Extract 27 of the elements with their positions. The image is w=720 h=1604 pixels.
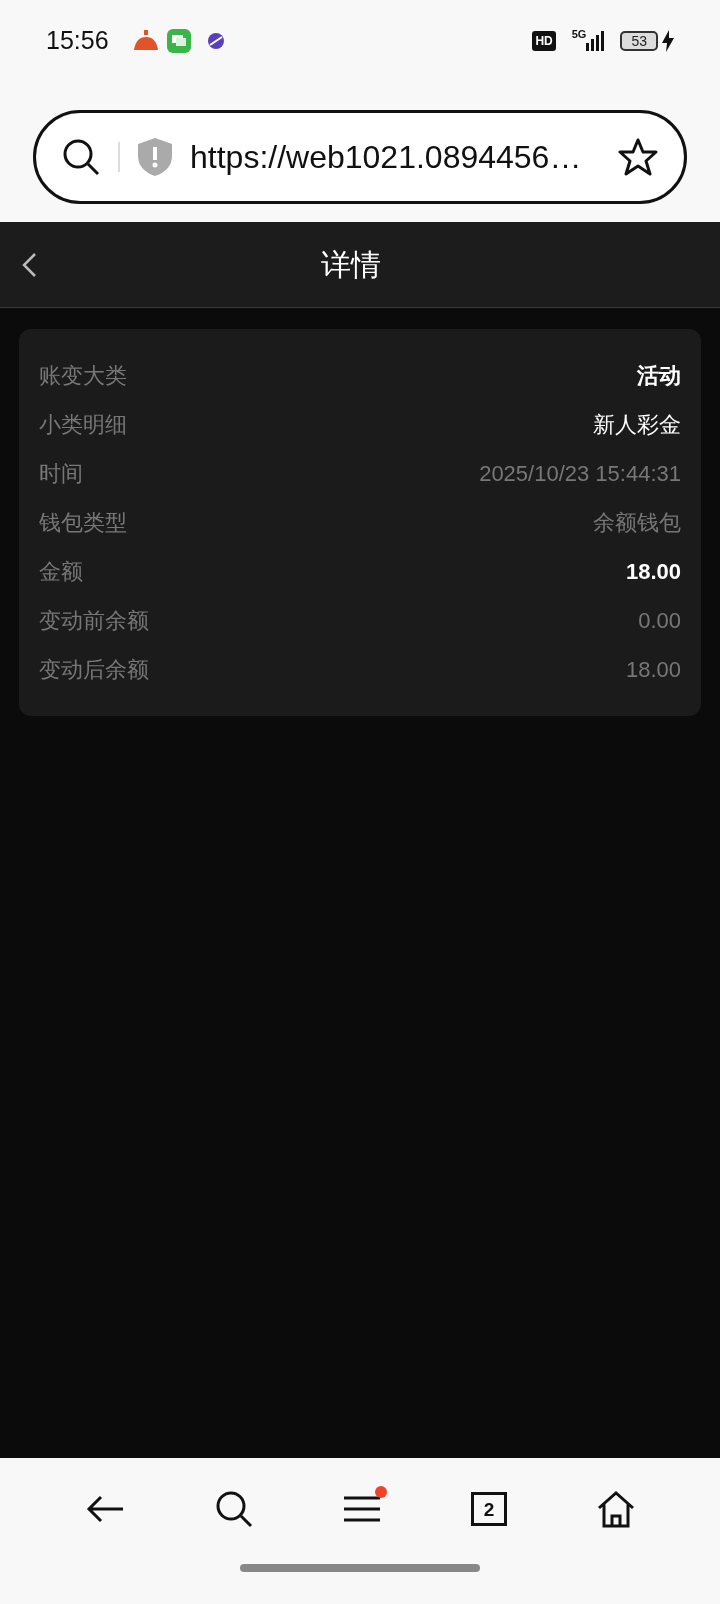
field-label: 钱包类型 [39,509,127,537]
field-value: 余额钱包 [593,509,681,537]
field-label: 账变大类 [39,362,127,390]
battery-icon: 53 [620,31,658,51]
signal-icon [586,31,605,51]
field-value: 活动 [637,362,681,390]
planet-app-icon [206,32,225,50]
network-label: 5G [571,27,587,42]
field-value: 18.00 [625,656,681,684]
field-value: 新人彩金 [593,411,681,439]
field-label: 小类明细 [39,411,127,439]
app-notification-icon [132,30,159,52]
field-label: 变动后余额 [39,656,149,684]
url-text: https://web1021.0894456… [190,138,583,177]
chat-app-icon [166,29,191,53]
page-title: 详情 [320,247,382,283]
search-icon[interactable] [62,138,100,176]
clock: 15:56 [46,25,109,57]
address-bar[interactable]: https://web1021.0894456… [33,110,687,204]
field-label: 时间 [39,460,83,488]
field-value: 0.00 [638,607,681,635]
hd-indicator: HD [532,31,556,51]
star-icon[interactable] [618,138,658,176]
field-label: 变动前余额 [39,607,149,635]
field-value: 2025/10/23 15:44:31 [479,460,681,488]
field-label: 金额 [39,558,83,586]
field-value: 18.00 [625,558,681,586]
